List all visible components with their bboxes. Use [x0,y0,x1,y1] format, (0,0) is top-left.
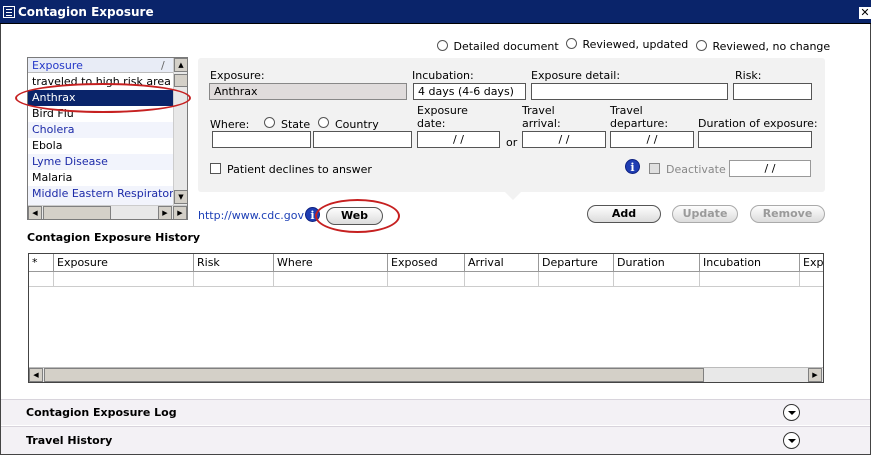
scroll-left-icon[interactable]: ◀ [28,206,42,219]
column-header[interactable]: Arrival [465,254,539,272]
incubation-field[interactable]: 4 days (4-6 days) [413,83,526,100]
chevron-down-icon[interactable] [783,404,800,421]
exposure-date-field[interactable]: / / [417,131,500,148]
column-header[interactable]: Risk [194,254,274,272]
chevron-down-icon[interactable] [783,432,800,449]
list-vertical-scrollbar[interactable]: ▲ ▼ [173,58,187,205]
list-item[interactable]: Middle Eastern Respiratory Syndrome (MER… [28,186,173,206]
column-header[interactable]: Incubation [700,254,800,272]
risk-field[interactable] [733,83,812,100]
exposure-list-header[interactable]: Exposure / [28,58,173,73]
radio-reviewed-no-change[interactable]: Reviewed, no change [696,40,830,54]
section-label: Travel History [26,434,113,447]
radio-label: Reviewed, no change [712,40,831,53]
exposure-field: Anthrax [209,83,407,100]
column-header[interactable]: Expo [800,254,823,272]
grid-cell [388,272,465,287]
incubation-label: Incubation: [412,69,474,82]
scroll-right-icon[interactable]: ▶ [808,368,822,382]
travel-departure-label: Travel departure: [610,104,669,130]
risk-label: Risk: [735,69,762,82]
where-label: Where: [210,118,250,131]
radio-circle-icon[interactable] [566,38,577,49]
where-country-field[interactable] [313,131,412,148]
column-header[interactable]: Exposure [54,254,194,272]
radio-circle-icon[interactable] [696,40,707,51]
sort-icon: / [161,59,165,72]
list-item[interactable]: Lyme Disease [28,154,173,170]
list-item[interactable]: Cholera [28,122,173,138]
grid-cell [614,272,700,287]
history-title: Contagion Exposure History [27,231,201,244]
travel-arrival-label: Travel arrival: [522,104,561,130]
list-item[interactable]: Malaria [28,170,173,186]
where-state-field[interactable] [212,131,311,148]
where-country-radio[interactable] [318,117,329,128]
duration-label: Duration of exposure: [698,117,818,130]
window-title: Contagion Exposure [18,5,154,19]
list-horizontal-scrollbar[interactable]: ◀ ▶ ▶ [28,205,187,219]
radio-reviewed-updated[interactable]: Reviewed, updated [566,38,688,52]
grid-cell [54,272,194,287]
column-header[interactable]: Duration [614,254,700,272]
list-item[interactable]: Ebola [28,138,173,154]
exposure-list[interactable]: Exposure / traveled to high risk area An… [27,57,188,220]
annotation-circle-web [315,199,400,233]
cdc-link[interactable]: http://www.cdc.gov [198,209,304,222]
declines-checkbox[interactable] [210,163,221,174]
grid-cell [800,272,823,287]
or-label: or [506,136,518,149]
window-menu-icon[interactable] [3,6,15,18]
exposure-label: Exposure: [210,69,265,82]
where-country-label: Country [335,118,379,131]
section-label: Contagion Exposure Log [26,406,177,419]
info-icon[interactable]: i [625,159,640,174]
remove-button: Remove [750,205,825,223]
annotation-circle-anthrax [15,83,191,113]
exposure-detail-field[interactable] [531,83,728,100]
radio-detailed-document[interactable]: Detailed document [437,40,559,54]
duration-field[interactable] [698,131,812,148]
declines-label: Patient declines to answer [227,163,372,176]
grid-cell [29,272,54,287]
where-state-radio[interactable] [264,117,275,128]
scroll-left-icon[interactable]: ◀ [29,368,43,382]
grid-cell [539,272,614,287]
grid-cell [274,272,388,287]
add-button[interactable]: Add [587,205,661,223]
grid-cell [465,272,539,287]
grid-cell [194,272,274,287]
scroll-down-icon[interactable]: ▼ [174,190,187,204]
exposure-date-label: Exposure date: [417,104,468,130]
scroll-thumb[interactable] [174,74,187,87]
section-contagion-exposure-log[interactable]: Contagion Exposure Log [1,399,870,425]
close-button[interactable]: ✕ [859,7,871,19]
panel-notch [505,192,521,200]
grid-cell [700,272,800,287]
scroll-end-icon[interactable]: ▶ [173,206,187,219]
scroll-up-icon[interactable]: ▲ [174,58,187,72]
exposure-detail-label: Exposure detail: [531,69,621,82]
scroll-thumb[interactable] [44,368,704,382]
grid-horizontal-scrollbar[interactable]: ◀ ▶ [29,367,823,382]
radio-label: Detailed document [453,40,559,53]
column-header[interactable]: Exposed [388,254,465,272]
list-header-label: Exposure [32,59,83,72]
radio-circle-icon[interactable] [437,40,448,51]
column-header[interactable]: Where [274,254,388,272]
history-grid[interactable]: * Exposure Risk Where Exposed Arrival De… [28,253,824,383]
deactivate-checkbox [649,163,660,174]
travel-departure-field[interactable]: / / [610,131,694,148]
section-travel-history[interactable]: Travel History [1,426,870,454]
where-state-label: State [281,118,311,131]
scroll-thumb[interactable] [43,206,111,219]
travel-arrival-field[interactable]: / / [522,131,606,148]
radio-label: Reviewed, updated [582,38,689,51]
column-header[interactable]: Departure [539,254,614,272]
deactivate-date-field: / / [729,160,811,177]
deactivate-label: Deactivate [666,163,726,176]
update-button: Update [672,205,738,223]
scroll-right-icon[interactable]: ▶ [158,206,172,219]
column-header[interactable]: * [29,254,54,272]
